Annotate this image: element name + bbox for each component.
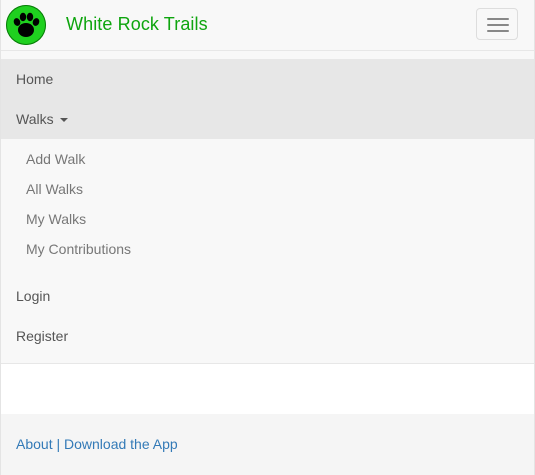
nav-login-label: Login — [16, 288, 51, 304]
toggle-bar — [487, 18, 509, 20]
header: White Rock Trails — [0, 0, 535, 50]
submenu-item-my-contributions[interactable]: My Contributions — [26, 241, 131, 257]
divider — [0, 50, 535, 51]
download-app-link[interactable]: Download the App — [64, 436, 178, 452]
brand-title[interactable]: White Rock Trails — [66, 14, 208, 35]
caret-down-icon — [59, 118, 68, 123]
nav-register-label: Register — [16, 328, 69, 344]
nav-walks-label: Walks — [16, 111, 68, 127]
navbar: White Rock Trails Home Walks Add Walk Al… — [0, 0, 535, 364]
walks-label-text: Walks — [16, 111, 54, 127]
footer-separator: | — [56, 436, 61, 452]
nav-home-label: Home — [16, 71, 54, 87]
submenu-item-all-walks[interactable]: All Walks — [26, 181, 83, 197]
toggle-bar — [487, 24, 509, 26]
nav-item-home[interactable]: Home — [0, 59, 535, 99]
toggle-bar — [487, 30, 509, 32]
submenu-item-add-walk[interactable]: Add Walk — [26, 151, 85, 167]
about-link[interactable]: About — [16, 436, 53, 452]
hamburger-menu-icon[interactable] — [476, 8, 518, 40]
submenu-item-my-walks[interactable]: My Walks — [26, 211, 86, 227]
nav-item-register[interactable]: Register — [0, 316, 535, 356]
footer-links: About | Download the App — [16, 436, 178, 452]
nav-item-login[interactable]: Login — [0, 276, 535, 316]
footer: About | Download the App — [0, 414, 535, 475]
nav-item-walks-dropdown[interactable]: Walks — [0, 99, 535, 139]
frame-border-left — [0, 0, 1, 475]
paw-print-icon[interactable] — [6, 5, 46, 45]
